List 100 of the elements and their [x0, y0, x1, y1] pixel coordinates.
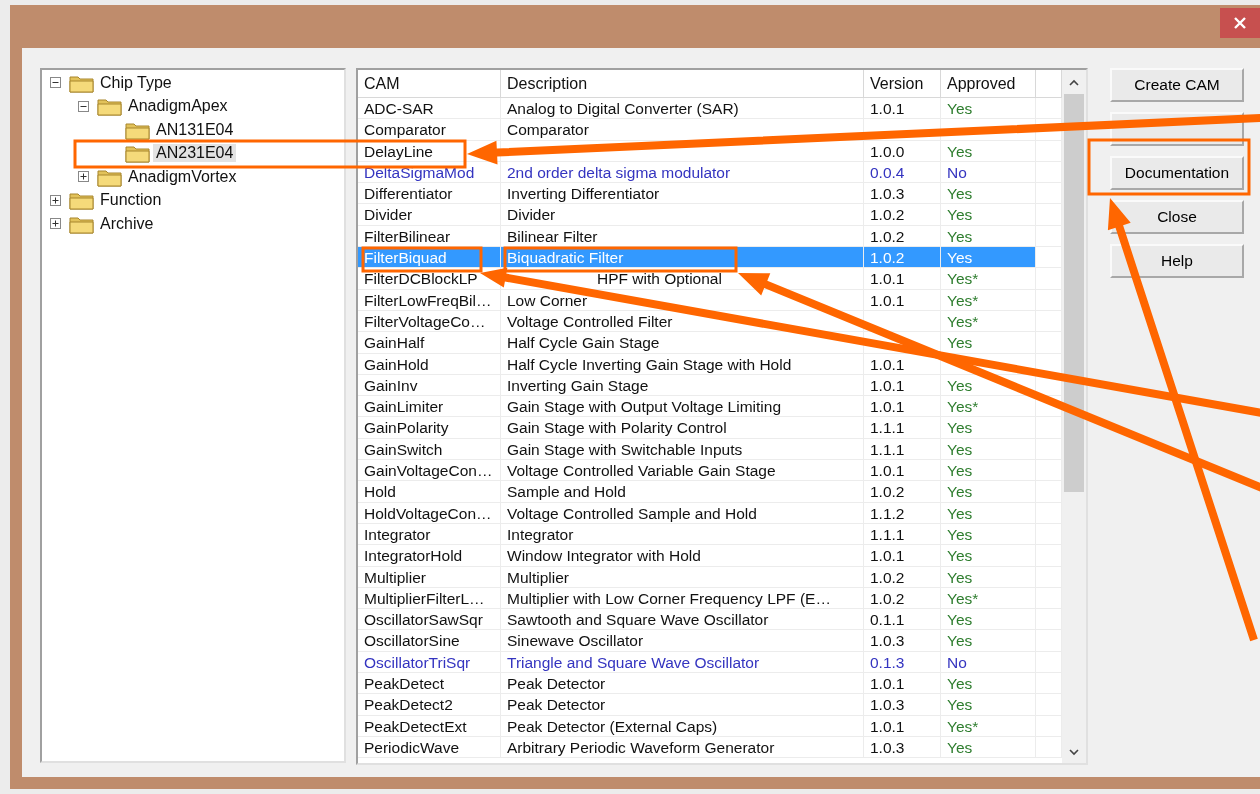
table-cell-text: Multiplier with Low Corner Frequency LPF (E…: [507, 588, 831, 609]
table-cell: No: [941, 651, 1036, 673]
table-cell-text: Analog to Digital Converter (SAR): [507, 99, 739, 119]
column-header[interactable]: CAM: [358, 70, 501, 98]
table-row[interactable]: GainPolarity Gain Stage with Polarity Control 1.1.1 Yes: [358, 417, 1062, 439]
table-cell: 1.0.1: [864, 98, 941, 120]
table-cell: GainInv: [358, 374, 501, 397]
table-row[interactable]: DeltaSigmaMod 2nd order delta sigma modulator 0.0.4 No: [358, 161, 1062, 184]
table-row[interactable]: PeriodicWave Arbitrary Periodic Waveform Generator 1.0.3 Yes: [358, 736, 1062, 759]
table-cell-text: Gain Stage with Polarity Control: [507, 418, 727, 438]
table-cell: Yes*: [941, 268, 1036, 290]
table-row[interactable]: Differentiator Inverting Differentiator 1.0.3 Yes: [358, 183, 1062, 205]
table-row[interactable]: Integrator Integrator 1.1.1 Yes: [358, 523, 1062, 546]
table-cell: GainHold: [358, 353, 501, 375]
table-cell: Yes: [941, 673, 1036, 695]
folder-icon: [69, 190, 95, 211]
table-cell-text: Voltage Controlled Filter: [507, 311, 673, 332]
table-row[interactable]: PeakDetect2 Peak Detector 1.0.3 Yes: [358, 694, 1062, 716]
table-cell: GainHalf: [358, 332, 501, 354]
table-row[interactable]: ADC-SAR Analog to Digital Converter (SAR) 1.0.1 Yes: [358, 98, 1062, 120]
expand-icon[interactable]: [50, 194, 61, 206]
table-cell-text: Peak Detector: [507, 695, 606, 715]
table-cell: Yes: [941, 140, 1036, 162]
table-cell: Yes: [941, 183, 1036, 205]
table-cell: 1.0.3: [864, 736, 941, 759]
table-row[interactable]: PeakDetect Peak Detector 1.0.1 Yes: [358, 673, 1062, 695]
table-row[interactable]: GainVoltageCon… Voltage Controlled Variable Gain Stage 1.0.1 Yes: [358, 460, 1062, 482]
close-button[interactable]: [1220, 8, 1260, 38]
tree-item[interactable]: Archive: [97, 214, 157, 233]
table-cell: No: [941, 161, 1036, 184]
scrollbar-thumb[interactable]: [1064, 94, 1084, 492]
table-cell-text: HPF with Optional: [597, 269, 722, 289]
dialog-button[interactable]: Help: [1110, 244, 1244, 278]
table-cell-text: Integrator: [507, 524, 574, 545]
scroll-down-icon[interactable]: [1068, 747, 1080, 757]
table-cell: OscillatorSawSqr: [358, 609, 501, 631]
table-row[interactable]: IntegratorHold Window Integrator with Hold 1.0.1 Yes: [358, 545, 1062, 567]
table-cell: Divider: [358, 204, 501, 226]
column-header[interactable]: Description: [501, 70, 864, 98]
tree-item[interactable]: Chip Type: [97, 73, 175, 92]
table-cell: 1.1.1: [864, 438, 941, 461]
collapse-icon[interactable]: [50, 77, 61, 89]
table-cell: GainVoltageCon…: [358, 460, 501, 482]
table-row[interactable]: Multiplier Multiplier 1.0.2 Yes: [358, 566, 1062, 588]
tree-item[interactable]: Function: [97, 191, 165, 210]
table-cell: Yes: [941, 609, 1036, 631]
table-cell: Yes: [941, 630, 1036, 652]
table-cell: 0.0.4: [864, 161, 941, 184]
collapse-icon[interactable]: [78, 100, 89, 112]
table-cell: 1.0.2: [864, 587, 941, 610]
table-cell-text: Inverting Gain Stage: [507, 375, 649, 396]
table-cell-text: Voltage Controlled Variable Gain Stage: [507, 461, 776, 481]
table-cell-text: Half Cycle Inverting Gain Stage with Hold: [507, 354, 792, 374]
table-cell: Yes*: [941, 587, 1036, 610]
tree-item[interactable]: AN131E04: [153, 120, 237, 139]
table-cell: Comparator: [358, 119, 501, 141]
table-cell: PeriodicWave: [358, 736, 501, 759]
tree-item[interactable]: AnadigmVortex: [125, 167, 240, 186]
table-row[interactable]: Hold Sample and Hold 1.0.2 Yes: [358, 481, 1062, 503]
table-row[interactable]: HoldVoltageCon… Voltage Controlled Sample and Hold 1.1.2 Yes: [358, 502, 1062, 524]
table-cell-text: Gain Stage with Output Voltage Limiting: [507, 397, 781, 417]
table-cell: 1.0.2: [864, 481, 941, 503]
table-row[interactable]: OscillatorSawSqr Sawtooth and Square Wave Oscillator 0.1.1 Yes: [358, 609, 1062, 631]
table-cell: Yes*: [941, 310, 1036, 333]
dialog-button[interactable]: Documentation: [1110, 156, 1244, 190]
expand-icon[interactable]: [78, 171, 89, 183]
table-row[interactable]: PeakDetectExt Peak Detector (External Caps) 1.0.1 Yes*: [358, 715, 1062, 737]
table-cell: FilterVoltageCo…: [358, 310, 501, 333]
table-cell-text: Sample and Hold: [507, 482, 626, 502]
table-cell: OscillatorTriSqr: [358, 651, 501, 673]
table-cell: PeakDetect: [358, 673, 501, 695]
column-header[interactable]: Version: [864, 70, 941, 98]
table-row[interactable]: GainSwitch Gain Stage with Switchable Inputs 1.1.1 Yes: [358, 438, 1062, 461]
table-cell: 0.1.3: [864, 651, 941, 673]
table-cell: 1.0.3: [864, 630, 941, 652]
table-cell: Yes: [941, 417, 1036, 439]
table-cell: 1.0.1: [864, 289, 941, 311]
table-cell: 1.0.1: [864, 545, 941, 567]
table-cell: 1.0.3: [864, 694, 941, 716]
table-row[interactable]: Divider Divider 1.0.2 Yes: [358, 204, 1062, 226]
table-cell: IntegratorHold: [358, 545, 501, 567]
table-cell: Multiplier: [358, 566, 501, 588]
dialog-button[interactable]: Close: [1110, 200, 1244, 234]
table-cell: GainSwitch: [358, 438, 501, 461]
expand-icon[interactable]: [50, 218, 61, 230]
scroll-up-icon[interactable]: [1068, 78, 1080, 88]
table-cell: ADC-SAR: [358, 98, 501, 120]
column-header[interactable]: Approved: [941, 70, 1036, 98]
table-cell-text: Bilinear Filter: [507, 226, 598, 247]
table-cell-text: Sinewave Oscillator: [507, 631, 644, 651]
tree-item[interactable]: AnadigmApex: [125, 97, 231, 116]
table-cell: 1.0.1: [864, 460, 941, 482]
table-row[interactable]: OscillatorSine Sinewave Oscillator 1.0.3 Yes: [358, 630, 1062, 652]
table-cell: Yes: [941, 438, 1036, 461]
table-row[interactable]: MultiplierFilterL… Multiplier with Low Corner Frequency LPF (E… 1.0.2 Yes*: [358, 587, 1062, 610]
table-cell: 1.0.2: [864, 247, 941, 269]
table-row[interactable]: OscillatorTriSqr Triangle and Square Wave Oscillator 0.1.3 No: [358, 651, 1062, 673]
tree-item[interactable]: AN231E04: [153, 144, 237, 163]
table-cell-text: Multiplier: [507, 567, 569, 587]
dialog-button[interactable]: Create CAM: [1110, 68, 1244, 102]
